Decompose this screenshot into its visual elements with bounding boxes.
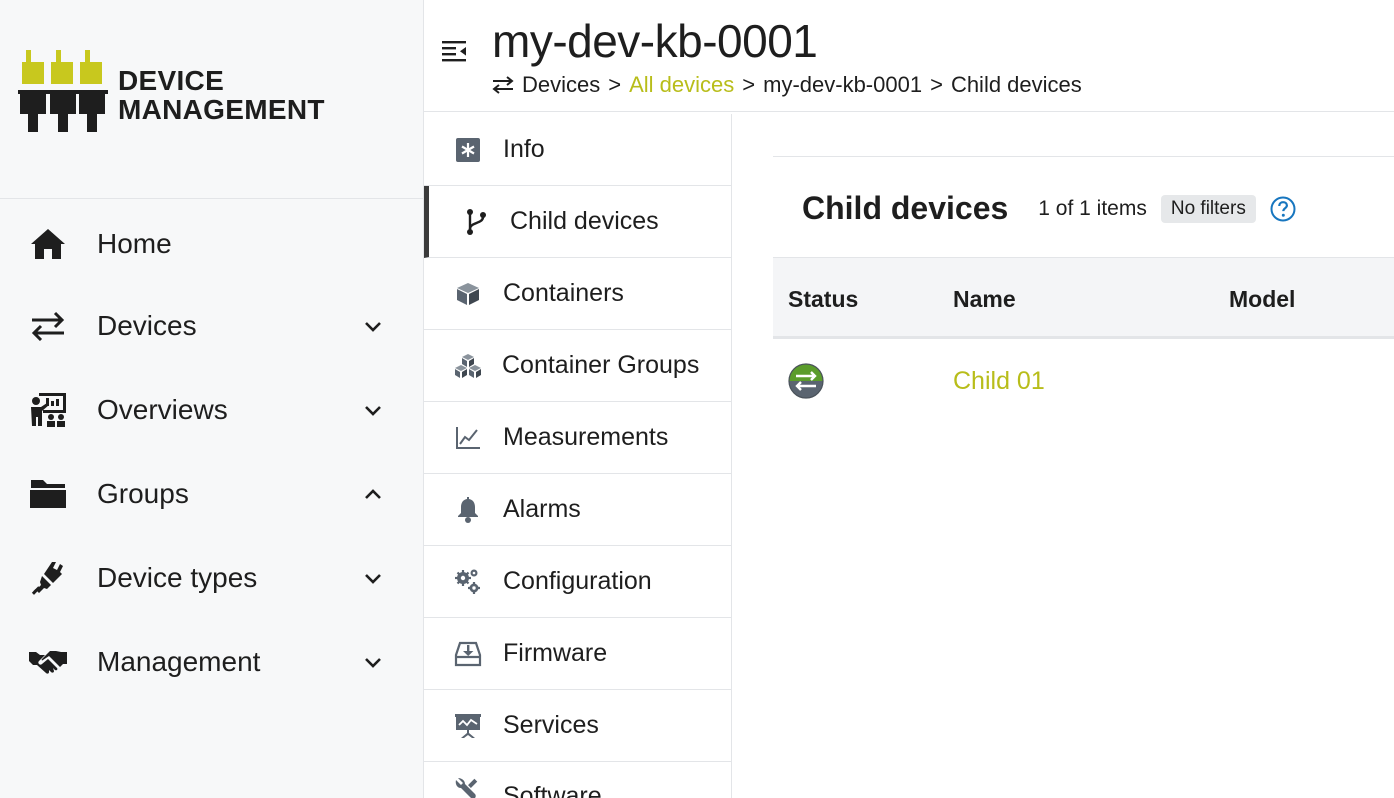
app-logo[interactable]: DEVICE MANAGEMENT <box>18 48 348 138</box>
breadcrumb-devices[interactable]: Devices <box>522 72 600 98</box>
cubes-icon <box>454 352 482 380</box>
line-chart-icon <box>454 424 482 452</box>
sidebar-item-label: Groups <box>97 478 189 509</box>
list-header: Child devices 1 of 1 items No filters <box>802 190 1296 227</box>
sidebar-item-groups[interactable]: Groups <box>0 452 424 536</box>
sidebar: DEVICE MANAGEMENT Home Devices Overviews <box>0 0 424 798</box>
services-board-icon <box>454 712 482 740</box>
tab-label: Software <box>503 782 602 798</box>
tab-alarms[interactable]: Alarms <box>424 474 731 546</box>
tab-label: Configuration <box>503 567 652 595</box>
tab-services[interactable]: Services <box>424 690 731 762</box>
breadcrumb-current: Child devices <box>950 72 1082 97</box>
tab-label: Alarms <box>503 495 581 523</box>
folder-open-icon <box>28 474 68 514</box>
list-title: Child devices <box>802 190 1009 226</box>
child-devices-panel: Child devices 1 of 1 items No filters St… <box>732 114 1394 798</box>
tab-measurements[interactable]: Measurements <box>424 402 731 474</box>
tab-label: Firmware <box>503 639 608 667</box>
sidebar-item-label: Devices <box>97 310 197 341</box>
tab-label: Containers <box>503 279 624 307</box>
breadcrumb-device[interactable]: my-dev-kb-0001 <box>763 72 922 98</box>
download-tray-icon <box>454 640 482 668</box>
asterisk-icon <box>454 136 482 164</box>
breadcrumb-separator: > <box>608 72 622 97</box>
table-header: Status Name Model <box>773 257 1394 339</box>
presentation-icon <box>28 390 68 430</box>
item-count: 1 of 1 items <box>1038 196 1147 220</box>
sidebar-divider <box>0 198 424 199</box>
breadcrumb-separator: > <box>742 72 756 97</box>
handshake-icon <box>28 642 68 682</box>
sidebar-item-label: Home <box>97 228 172 259</box>
device-name-link[interactable]: Child 01 <box>953 367 1045 396</box>
sidebar-item-devices[interactable]: Devices <box>0 284 424 368</box>
branch-icon <box>462 208 490 236</box>
tab-label: Child devices <box>510 207 659 235</box>
bell-icon <box>454 496 482 524</box>
tab-child-devices[interactable]: Child devices <box>424 186 731 258</box>
tab-software[interactable]: Software <box>424 762 731 798</box>
panel-divider <box>773 156 1394 157</box>
logo-line-1: DEVICE <box>118 65 225 96</box>
tab-configuration[interactable]: Configuration <box>424 546 731 618</box>
cube-icon <box>454 280 482 308</box>
logo-line-2: MANAGEMENT <box>118 94 325 125</box>
tab-label: Services <box>503 711 599 739</box>
chevron-down-icon[interactable] <box>362 315 384 337</box>
column-header-model[interactable]: Model <box>1229 286 1295 313</box>
sidebar-item-device-types[interactable]: Device types <box>0 536 424 620</box>
cogs-icon <box>454 568 482 596</box>
page-header: my-dev-kb-0001 Devices > All devices > m… <box>424 0 1394 112</box>
logo-text: DEVICE MANAGEMENT <box>118 66 325 124</box>
tab-label: Container Groups <box>502 351 700 379</box>
page-title: my-dev-kb-0001 <box>492 15 818 67</box>
sidebar-item-label: Overviews <box>97 394 228 425</box>
tab-container-groups[interactable]: Container Groups <box>424 330 731 402</box>
help-icon[interactable] <box>1270 196 1296 222</box>
sidebar-nav: Home Devices Overviews Groups Device typ… <box>0 200 424 704</box>
chevron-down-icon[interactable] <box>362 651 384 673</box>
sidebar-item-management[interactable]: Management <box>0 620 424 704</box>
tab-label: Measurements <box>503 423 669 451</box>
toggle-sidebar-icon[interactable] <box>440 38 468 66</box>
sidebar-item-label: Device types <box>97 562 258 593</box>
logo-plugs-icon <box>18 50 108 132</box>
filter-badge[interactable]: No filters <box>1160 194 1256 223</box>
device-tabs: Info Child devices Containers Container … <box>424 114 732 798</box>
tab-firmware[interactable]: Firmware <box>424 618 731 690</box>
chevron-down-icon[interactable] <box>362 567 384 589</box>
breadcrumb-separator: > <box>930 72 943 97</box>
chevron-down-icon[interactable] <box>362 399 384 421</box>
wrench-icon <box>454 776 482 798</box>
exchange-arrows-icon <box>492 76 514 94</box>
tab-containers[interactable]: Containers <box>424 258 731 330</box>
sidebar-item-home[interactable]: Home <box>0 202 424 286</box>
breadcrumb: Devices > All devices > my-dev-kb-0001 >… <box>492 72 1082 98</box>
tab-info[interactable]: Info <box>424 114 731 186</box>
connection-status-icon <box>788 363 824 399</box>
sidebar-item-overviews[interactable]: Overviews <box>0 368 424 452</box>
breadcrumb-all-devices-link[interactable]: All devices <box>629 72 734 98</box>
table-row[interactable]: Child 01 <box>773 342 1394 422</box>
home-icon <box>28 224 68 264</box>
chevron-up-icon[interactable] <box>362 483 384 505</box>
sidebar-item-label: Management <box>97 646 261 677</box>
column-header-name[interactable]: Name <box>953 286 1016 313</box>
exchange-arrows-icon <box>28 306 68 346</box>
column-header-status[interactable]: Status <box>788 286 858 313</box>
plug-icon <box>28 558 68 598</box>
tab-label: Info <box>503 135 545 163</box>
